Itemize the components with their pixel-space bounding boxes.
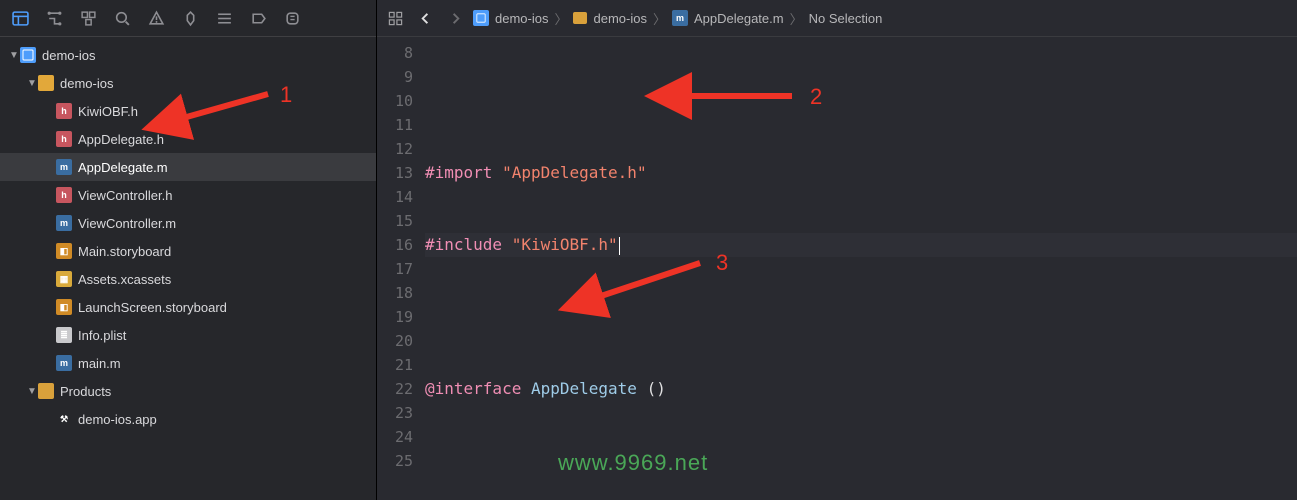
debug-navigator-icon[interactable] bbox=[210, 6, 238, 30]
navigator-toolbar bbox=[0, 0, 376, 37]
tree-file-selected[interactable]: m AppDelegate.m bbox=[0, 153, 376, 181]
storyboard-file-icon: ◧ bbox=[56, 243, 72, 259]
project-navigator-icon[interactable] bbox=[6, 6, 34, 30]
tree-item-label: Products bbox=[60, 384, 111, 399]
tree-project-root[interactable]: ▼ demo-ios bbox=[0, 41, 376, 69]
breakpoint-navigator-icon[interactable] bbox=[244, 6, 272, 30]
tree-item-label: KiwiOBF.h bbox=[78, 104, 138, 119]
folder-icon bbox=[38, 383, 54, 399]
test-navigator-icon[interactable] bbox=[176, 6, 204, 30]
tree-file[interactable]: h ViewController.h bbox=[0, 181, 376, 209]
breadcrumb-item[interactable]: No Selection bbox=[809, 11, 883, 26]
xcode-project-icon bbox=[473, 10, 489, 26]
chevron-right-icon: 〉 bbox=[554, 9, 567, 28]
tree-item-label: LaunchScreen.storyboard bbox=[78, 300, 227, 315]
header-file-icon: h bbox=[56, 103, 72, 119]
app-product-icon: ⚒ bbox=[56, 411, 72, 427]
symbol-navigator-icon[interactable] bbox=[74, 6, 102, 30]
implementation-file-icon: m bbox=[56, 355, 72, 371]
tree-item-label: Info.plist bbox=[78, 328, 126, 343]
tree-file[interactable]: m main.m bbox=[0, 349, 376, 377]
tree-item-label: demo-ios bbox=[42, 48, 95, 63]
text-cursor bbox=[619, 237, 620, 255]
issue-navigator-icon[interactable] bbox=[142, 6, 170, 30]
nav-back-icon[interactable] bbox=[413, 6, 437, 30]
chevron-right-icon: 〉 bbox=[790, 9, 803, 28]
implementation-file-icon: m bbox=[672, 10, 688, 26]
nav-forward-icon[interactable] bbox=[443, 6, 467, 30]
tree-file[interactable]: h AppDelegate.h bbox=[0, 125, 376, 153]
breadcrumb-item[interactable]: demo-ios bbox=[593, 11, 646, 26]
chevron-right-icon: 〉 bbox=[653, 9, 666, 28]
report-navigator-icon[interactable] bbox=[278, 6, 306, 30]
tree-folder[interactable]: ▼ demo-ios bbox=[0, 69, 376, 97]
source-control-navigator-icon[interactable] bbox=[40, 6, 68, 30]
disclosure-triangle-icon[interactable]: ▼ bbox=[26, 78, 38, 89]
tree-item-label: ViewController.h bbox=[78, 188, 172, 203]
disclosure-triangle-icon[interactable]: ▼ bbox=[8, 50, 20, 61]
editor-panel: demo-ios 〉 demo-ios 〉 m AppDelegate.m 〉 … bbox=[377, 0, 1297, 500]
tree-item-label: Assets.xcassets bbox=[78, 272, 171, 287]
folder-icon bbox=[38, 75, 54, 91]
file-tree: ▼ demo-ios ▼ demo-ios h KiwiOBF.h h AppD… bbox=[0, 37, 376, 500]
breadcrumb-item[interactable]: demo-ios bbox=[495, 11, 548, 26]
plist-file-icon: ≣ bbox=[56, 327, 72, 343]
header-file-icon: h bbox=[56, 187, 72, 203]
tree-file[interactable]: ◧ Main.storyboard bbox=[0, 237, 376, 265]
tree-file[interactable]: ▦ Assets.xcassets bbox=[0, 265, 376, 293]
editor-top-bar: demo-ios 〉 demo-ios 〉 m AppDelegate.m 〉 … bbox=[377, 0, 1297, 37]
assets-file-icon: ▦ bbox=[56, 271, 72, 287]
code-content[interactable]: #import "AppDelegate.h" #include "KiwiOB… bbox=[425, 37, 1297, 500]
header-file-icon: h bbox=[56, 131, 72, 147]
tree-folder[interactable]: ▼ Products bbox=[0, 377, 376, 405]
tree-file[interactable]: m ViewController.m bbox=[0, 209, 376, 237]
implementation-file-icon: m bbox=[56, 159, 72, 175]
disclosure-triangle-icon[interactable]: ▼ bbox=[26, 386, 38, 397]
breadcrumb: demo-ios 〉 demo-ios 〉 m AppDelegate.m 〉 … bbox=[473, 9, 882, 28]
tree-item-label: AppDelegate.m bbox=[78, 160, 168, 175]
folder-icon bbox=[573, 12, 587, 24]
tree-file[interactable]: ⚒ demo-ios.app bbox=[0, 405, 376, 433]
tree-file[interactable]: h KiwiOBF.h bbox=[0, 97, 376, 125]
storyboard-file-icon: ◧ bbox=[56, 299, 72, 315]
tree-item-label: demo-ios bbox=[60, 76, 113, 91]
tree-item-label: Main.storyboard bbox=[78, 244, 171, 259]
navigator-sidebar: ▼ demo-ios ▼ demo-ios h KiwiOBF.h h AppD… bbox=[0, 0, 377, 500]
tree-item-label: demo-ios.app bbox=[78, 412, 157, 427]
find-navigator-icon[interactable] bbox=[108, 6, 136, 30]
tree-file[interactable]: ◧ LaunchScreen.storyboard bbox=[0, 293, 376, 321]
breadcrumb-item[interactable]: AppDelegate.m bbox=[694, 11, 784, 26]
tree-file[interactable]: ≣ Info.plist bbox=[0, 321, 376, 349]
xcode-project-icon bbox=[20, 47, 36, 63]
tree-item-label: main.m bbox=[78, 356, 121, 371]
tree-item-label: AppDelegate.h bbox=[78, 132, 164, 147]
related-items-icon[interactable] bbox=[383, 6, 407, 30]
implementation-file-icon: m bbox=[56, 215, 72, 231]
tree-item-label: ViewController.m bbox=[78, 216, 176, 231]
code-editor[interactable]: 8910111213141516171819202122232425 #impo… bbox=[377, 37, 1297, 500]
line-number-gutter: 8910111213141516171819202122232425 bbox=[377, 37, 425, 500]
